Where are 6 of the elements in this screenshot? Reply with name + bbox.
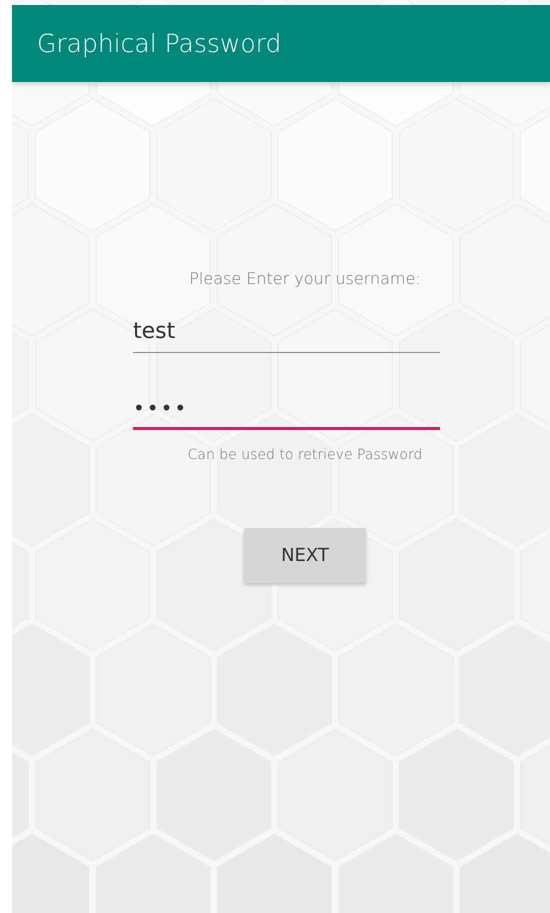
username-field[interactable]: test <box>133 315 440 353</box>
next-button[interactable]: NEXT <box>244 528 366 583</box>
username-prompt: Please Enter your username: <box>189 269 421 288</box>
app-title: Graphical Password <box>37 28 282 60</box>
helper-text: Can be used to retrieve Password <box>188 447 422 463</box>
password-field[interactable]: •••• <box>133 393 440 430</box>
